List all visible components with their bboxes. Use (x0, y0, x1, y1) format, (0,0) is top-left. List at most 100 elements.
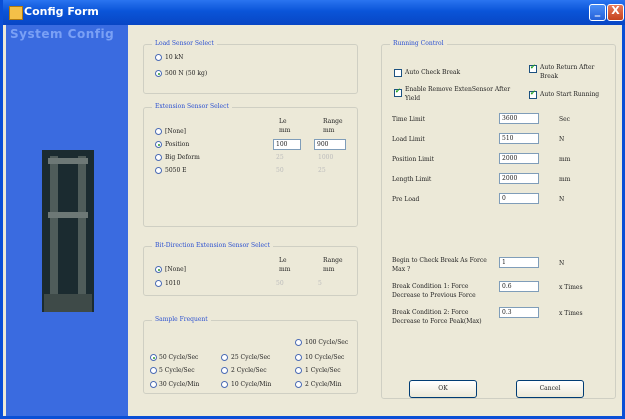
bi-extension-label-1010: 1010 (165, 280, 181, 287)
check-break-force-label: Begin to Check Break As Force Max ? (392, 257, 487, 273)
auto-start-running-label: Auto Start Running (540, 91, 600, 98)
cancel-button[interactable]: Cancel (516, 380, 584, 398)
freq-radio-5-cycle-sec[interactable] (150, 367, 157, 374)
break-condition-2-unit: x Times (559, 310, 583, 317)
extension-col-le: Le (279, 118, 287, 125)
freq-label-1-cycle-sec: 1 Cycle/Sec (305, 367, 341, 374)
extension-radio-5050e[interactable] (155, 167, 162, 174)
running-control-title: Running Control (390, 39, 447, 49)
sidebar-title: System Config (10, 27, 115, 41)
extension-label-none: [None] (165, 128, 186, 135)
auto-check-break-label: Auto Check Break (405, 69, 461, 76)
time-limit-unit: Sec (559, 116, 571, 123)
extension-radio-big-deform[interactable] (155, 154, 162, 161)
load-sensor-label-500n: 500 N (50 kg) (165, 70, 208, 77)
ok-button[interactable]: OK (409, 380, 477, 398)
position-limit-label: Position Limit (392, 156, 435, 163)
app-icon (9, 6, 23, 20)
load-limit-input[interactable]: 510 (499, 133, 539, 144)
break-condition-2-input[interactable]: 0.3 (499, 307, 539, 318)
auto-return-label: Auto Return After Break (540, 64, 595, 80)
minimize-button[interactable]: _ (589, 4, 606, 21)
bi-extension-group: Bit-Direction Extension Sensor Select Le… (143, 241, 358, 296)
load-sensor-title: Load Sensor Select (152, 39, 217, 49)
break-condition-1-input[interactable]: 0.6 (499, 281, 539, 292)
break-condition-1-unit: x Times (559, 284, 583, 291)
bi-extension-radio-none[interactable] (155, 266, 162, 273)
close-button[interactable]: X (607, 4, 624, 21)
extension-unit-range: mm (323, 127, 335, 134)
extension-label-5050e: 5050 E (165, 167, 187, 174)
length-limit-input[interactable]: 2000 (499, 173, 539, 184)
bi-extension-unit-le: mm (279, 266, 291, 273)
window-title: Config Form (24, 5, 99, 18)
freq-label-100-cycle-sec: 100 Cycle/Sec (305, 339, 349, 346)
machine-image (42, 150, 94, 312)
position-limit-input[interactable]: 2000 (499, 153, 539, 164)
extension-5050e-le: 50 (276, 167, 284, 174)
freq-label-2-cycle-sec: 2 Cycle/Sec (231, 367, 267, 374)
sidebar: System Config (6, 25, 128, 416)
break-condition-1-label: Break Condition 1: Force Decrease to Pre… (392, 283, 476, 299)
freq-radio-30-cycle-min[interactable] (150, 381, 157, 388)
extension-5050e-range: 25 (318, 167, 326, 174)
extension-sensor-title: Extension Sensor Select (152, 102, 232, 112)
position-limit-unit: mm (559, 156, 571, 163)
freq-radio-10-cycle-min[interactable] (221, 381, 228, 388)
extension-sensor-group: Extension Sensor Select Le Range mm mm [… (143, 102, 358, 227)
auto-return-checkbox[interactable] (529, 63, 537, 73)
bi-extension-1010-range: 5 (318, 280, 322, 287)
load-sensor-radio-10kn[interactable] (155, 54, 162, 61)
extension-label-position: Position (165, 141, 190, 148)
extension-label-big-deform: Big Deform (165, 154, 200, 161)
pre-load-unit: N (559, 196, 565, 203)
freq-radio-10-cycle-sec[interactable] (295, 354, 302, 361)
extension-radio-none[interactable] (155, 128, 162, 135)
bi-extension-radio-1010[interactable] (155, 280, 162, 287)
remove-extensensor-checkbox[interactable] (394, 87, 402, 97)
check-break-force-input[interactable]: 1 (499, 257, 539, 268)
time-limit-label: Time Limit (392, 116, 425, 123)
length-limit-unit: mm (559, 176, 571, 183)
minimize-icon: _ (594, 4, 601, 17)
freq-radio-50-cycle-sec[interactable] (150, 354, 157, 361)
sample-frequency-group: Sample Frequent 100 Cycle/Sec 50 Cycle/S… (143, 315, 358, 394)
extension-unit-le: mm (279, 127, 291, 134)
extension-big-deform-range: 1000 (318, 154, 334, 161)
load-limit-unit: N (559, 136, 565, 143)
title-bar[interactable]: Config Form _ X (3, 0, 625, 25)
time-limit-input[interactable]: 3600 (499, 113, 539, 124)
bi-extension-label-none: [None] (165, 266, 186, 273)
bi-extension-1010-le: 50 (276, 280, 284, 287)
load-sensor-group: Load Sensor Select 10 kN 500 N (50 kg) (143, 39, 358, 94)
extension-radio-position[interactable] (155, 141, 162, 148)
bi-extension-col-range: Range (323, 257, 343, 264)
extension-col-range: Range (323, 118, 343, 125)
auto-start-running-checkbox[interactable] (529, 89, 537, 99)
load-limit-label: Load Limit (392, 136, 425, 143)
freq-radio-25-cycle-sec[interactable] (221, 354, 228, 361)
check-break-force-unit: N (559, 260, 565, 267)
freq-label-30-cycle-min: 30 Cycle/Min (159, 381, 200, 388)
close-icon: X (611, 4, 620, 17)
freq-radio-100-cycle-sec[interactable] (295, 339, 302, 346)
config-window: Config Form _ X System Config Load Senso… (0, 0, 625, 419)
freq-radio-2-cycle-sec[interactable] (221, 367, 228, 374)
pre-load-input[interactable]: 0 (499, 193, 539, 204)
extension-position-le-input[interactable]: 100 (273, 139, 301, 150)
freq-label-10-cycle-sec: 10 Cycle/Sec (305, 354, 345, 361)
extension-position-range-input[interactable]: 900 (314, 139, 346, 150)
remove-extensensor-label: Enable Remove ExtenSensor After Yield (405, 86, 511, 102)
freq-label-5-cycle-sec: 5 Cycle/Sec (159, 367, 195, 374)
bi-extension-title: Bit-Direction Extension Sensor Select (152, 241, 273, 251)
bi-extension-unit-range: mm (323, 266, 335, 273)
freq-label-10-cycle-min: 10 Cycle/Min (231, 381, 272, 388)
bi-extension-col-le: Le (279, 257, 287, 264)
load-sensor-radio-500n[interactable] (155, 70, 162, 77)
auto-check-break-checkbox[interactable] (394, 69, 402, 77)
load-sensor-label-10kn: 10 kN (165, 54, 184, 61)
freq-radio-2-cycle-min[interactable] (295, 381, 302, 388)
sample-frequency-title: Sample Frequent (152, 315, 211, 325)
length-limit-label: Length Limit (392, 176, 432, 183)
freq-radio-1-cycle-sec[interactable] (295, 367, 302, 374)
